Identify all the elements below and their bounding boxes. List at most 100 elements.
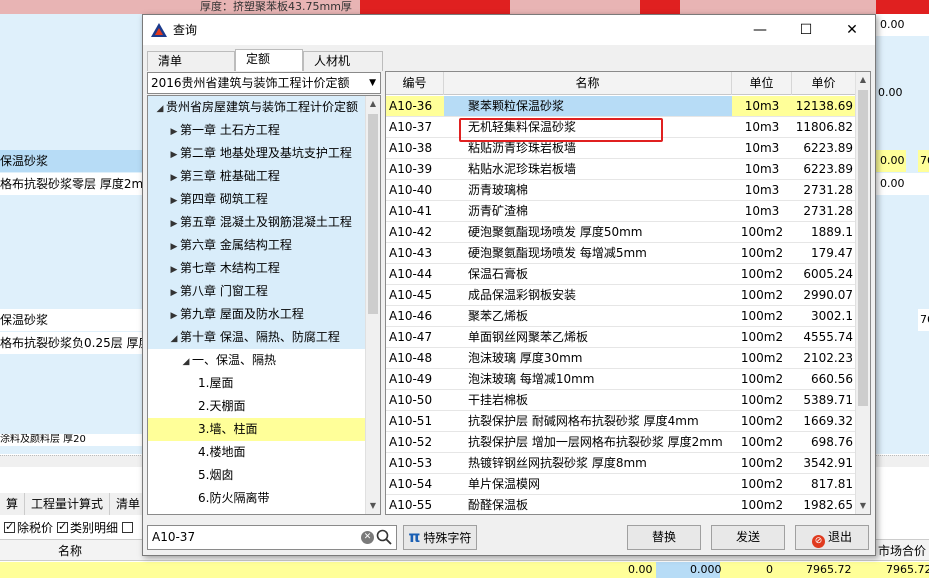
cell-name: 聚苯乙烯板: [468, 309, 529, 323]
table-row[interactable]: A10-46 聚苯乙烯板 100m2 3002.1: [386, 306, 856, 327]
tree-node-label: 3.墙、柱面: [198, 422, 258, 436]
table-row[interactable]: A10-54 单片保温模网 100m2 817.81: [386, 474, 856, 495]
search-input[interactable]: A10-37 ✕: [147, 525, 397, 550]
expand-icon[interactable]: ▶: [168, 259, 180, 282]
send-button[interactable]: 发送: [711, 525, 785, 550]
tree-node[interactable]: ◢ 第十章 保温、隔热、防腐工程: [148, 326, 366, 349]
tree-node[interactable]: ◢ 一、保温、隔热: [148, 349, 276, 372]
expand-icon[interactable]: ▶: [168, 213, 180, 236]
quota-select[interactable]: 2016贵州省建筑与装饰工程计价定额 ▼: [147, 72, 381, 94]
cell-code: A10-54: [389, 477, 433, 491]
scroll-down-icon[interactable]: ▼: [366, 498, 380, 514]
cell-unit: 10m3: [744, 183, 780, 197]
collapse-icon[interactable]: ◢: [180, 351, 192, 374]
table-row[interactable]: A10-50 干挂岩棉板 100m2 5389.71: [386, 390, 856, 411]
cell-unit: 100m2: [740, 246, 784, 260]
bg-right-cell: 0.00: [876, 14, 929, 36]
maximize-icon[interactable]: ☐: [783, 15, 829, 45]
col-code[interactable]: 编号: [386, 72, 444, 95]
checkbox-tax[interactable]: [4, 520, 15, 533]
checkbox-extra[interactable]: [122, 521, 134, 533]
tree-node[interactable]: 1.屋面: [148, 372, 233, 395]
cell-price: 6223.89: [803, 141, 853, 155]
tree-node[interactable]: ▶ 第一章 土石方工程: [148, 119, 366, 142]
col-price[interactable]: 单价: [792, 72, 856, 95]
tree-node[interactable]: 6.防火隔离带: [148, 487, 269, 510]
col-name[interactable]: 名称: [444, 72, 732, 95]
bg-right-cell: 76: [918, 150, 929, 172]
quota-select-value: 2016贵州省建筑与装饰工程计价定额: [151, 76, 350, 90]
tab-bill[interactable]: 清单: [147, 51, 235, 71]
table-row[interactable]: A10-48 泡沫玻璃 厚度30mm 100m2 2102.23: [386, 348, 856, 369]
top-row-text: 厚度：挤塑聚苯板43.75mm厚: [200, 0, 352, 13]
cell-unit: 100m2: [740, 477, 784, 491]
cell-price: 5389.71: [803, 393, 853, 407]
tree-node[interactable]: ▶ 第六章 金属结构工程: [148, 234, 366, 257]
bg-row[interactable]: 格布抗裂砂浆负0.25层 厚度: [0, 332, 142, 354]
cell-code: A10-47: [389, 330, 433, 344]
table-row[interactable]: A10-45 成品保温彩钢板安装 100m2 2990.07: [386, 285, 856, 306]
expand-icon[interactable]: ▶: [168, 167, 180, 190]
tree-node[interactable]: 5.烟囱: [148, 464, 233, 487]
tree-node[interactable]: ▶ 第四章 砌筑工程: [148, 188, 366, 211]
scroll-up-icon[interactable]: ▲: [366, 96, 380, 112]
grid-scrollbar[interactable]: ▲ ▼: [855, 72, 870, 514]
tree-node[interactable]: 4.楼地面: [148, 441, 245, 464]
tree-node[interactable]: 2.天棚面: [148, 395, 245, 418]
tab-labor-material[interactable]: 人材机: [303, 51, 383, 71]
bg-row[interactable]: 涂料及颜料层 厚20: [0, 434, 142, 446]
scroll-down-icon[interactable]: ▼: [856, 498, 870, 514]
expand-icon[interactable]: ▶: [168, 121, 180, 144]
bg-row[interactable]: 保温砂浆: [0, 150, 142, 172]
table-row[interactable]: A10-55 酚醛保温板 100m2 1982.65: [386, 495, 856, 514]
expand-icon[interactable]: ▶: [168, 236, 180, 259]
tree-node[interactable]: ▶ 第九章 屋面及防水工程: [148, 303, 366, 326]
scroll-thumb[interactable]: [368, 114, 378, 314]
tree-node[interactable]: ◢ 贵州省房屋建筑与装饰工程计价定额: [148, 96, 366, 119]
table-row[interactable]: A10-43 硬泡聚氨酯现场喷发 每增减5mm 100m2 179.47: [386, 243, 856, 264]
tree-node[interactable]: ▶ 第三章 桩基础工程: [148, 165, 366, 188]
bg-row[interactable]: 保温砂浆: [0, 309, 142, 331]
clear-icon[interactable]: ✕: [361, 531, 374, 544]
table-row[interactable]: A10-53 热镀锌钢丝网抗裂砂浆 厚度8mm 100m2 3542.91: [386, 453, 856, 474]
minimize-icon[interactable]: —: [737, 15, 783, 45]
bg-row[interactable]: 格布抗裂砂浆零层 厚度2mm: [0, 173, 142, 195]
table-row[interactable]: A10-44 保温石膏板 100m2 6005.24: [386, 264, 856, 285]
replace-button[interactable]: 替换: [627, 525, 701, 550]
search-icon[interactable]: [375, 528, 393, 546]
scroll-thumb[interactable]: [858, 90, 868, 406]
table-row[interactable]: A10-39 粘贴水泥珍珠岩板墙 10m3 6223.89: [386, 159, 856, 180]
tree-node[interactable]: ▶ 第二章 地基处理及基坑支护工程: [148, 142, 366, 165]
collapse-icon[interactable]: ◢: [168, 328, 180, 351]
tree-scrollbar[interactable]: ▲ ▼: [365, 96, 380, 514]
table-row[interactable]: A10-36 聚苯颗粒保温砂浆 10m3 12138.69: [386, 96, 856, 117]
table-row[interactable]: A10-41 沥青矿渣棉 10m3 2731.28: [386, 201, 856, 222]
expand-icon[interactable]: ▶: [168, 144, 180, 167]
expand-icon[interactable]: ▶: [168, 305, 180, 328]
expand-icon[interactable]: ▶: [168, 282, 180, 305]
table-row[interactable]: A10-42 硬泡聚氨酯现场喷发 厚度50mm 100m2 1889.1: [386, 222, 856, 243]
tree-node[interactable]: ▶ 第五章 混凝土及钢筋混凝土工程: [148, 211, 366, 234]
table-row[interactable]: A10-47 单面钢丝网聚苯乙烯板 100m2 4555.74: [386, 327, 856, 348]
tree-node-label: 一、保温、隔热: [192, 353, 277, 367]
table-row[interactable]: A10-40 沥青玻璃棉 10m3 2731.28: [386, 180, 856, 201]
bottom-tab[interactable]: 算: [0, 493, 26, 515]
tab-quota[interactable]: 定额: [235, 49, 303, 71]
close-icon[interactable]: ✕: [829, 15, 875, 45]
tree-node[interactable]: ▶ 第八章 门窗工程: [148, 280, 366, 303]
checkbox-category[interactable]: [57, 520, 69, 533]
table-row[interactable]: A10-49 泡沫玻璃 每增减10mm 100m2 660.56: [386, 369, 856, 390]
tree-node-label: 第五章 混凝土及钢筋混凝土工程: [180, 215, 352, 229]
col-unit[interactable]: 单位: [732, 72, 792, 95]
table-row[interactable]: A10-51 抗裂保护层 耐碱网格布抗裂砂浆 厚度4mm 100m2 1669.32: [386, 411, 856, 432]
collapse-icon[interactable]: ◢: [154, 98, 166, 121]
exit-button[interactable]: ⊘ 退出: [795, 525, 869, 550]
special-chars-button[interactable]: π 特殊字符: [403, 525, 477, 550]
bottom-tab[interactable]: 工程量计算式: [25, 493, 111, 515]
scroll-up-icon[interactable]: ▲: [856, 72, 870, 88]
expand-icon[interactable]: ▶: [168, 190, 180, 213]
dialog-titlebar[interactable]: 查询 — ☐ ✕: [143, 15, 875, 45]
tree-node[interactable]: ▶ 第七章 木结构工程: [148, 257, 366, 280]
table-row[interactable]: A10-52 抗裂保护层 增加一层网格布抗裂砂浆 厚度2mm 100m2 698.76: [386, 432, 856, 453]
tree-node[interactable]: 3.墙、柱面: [148, 418, 366, 441]
